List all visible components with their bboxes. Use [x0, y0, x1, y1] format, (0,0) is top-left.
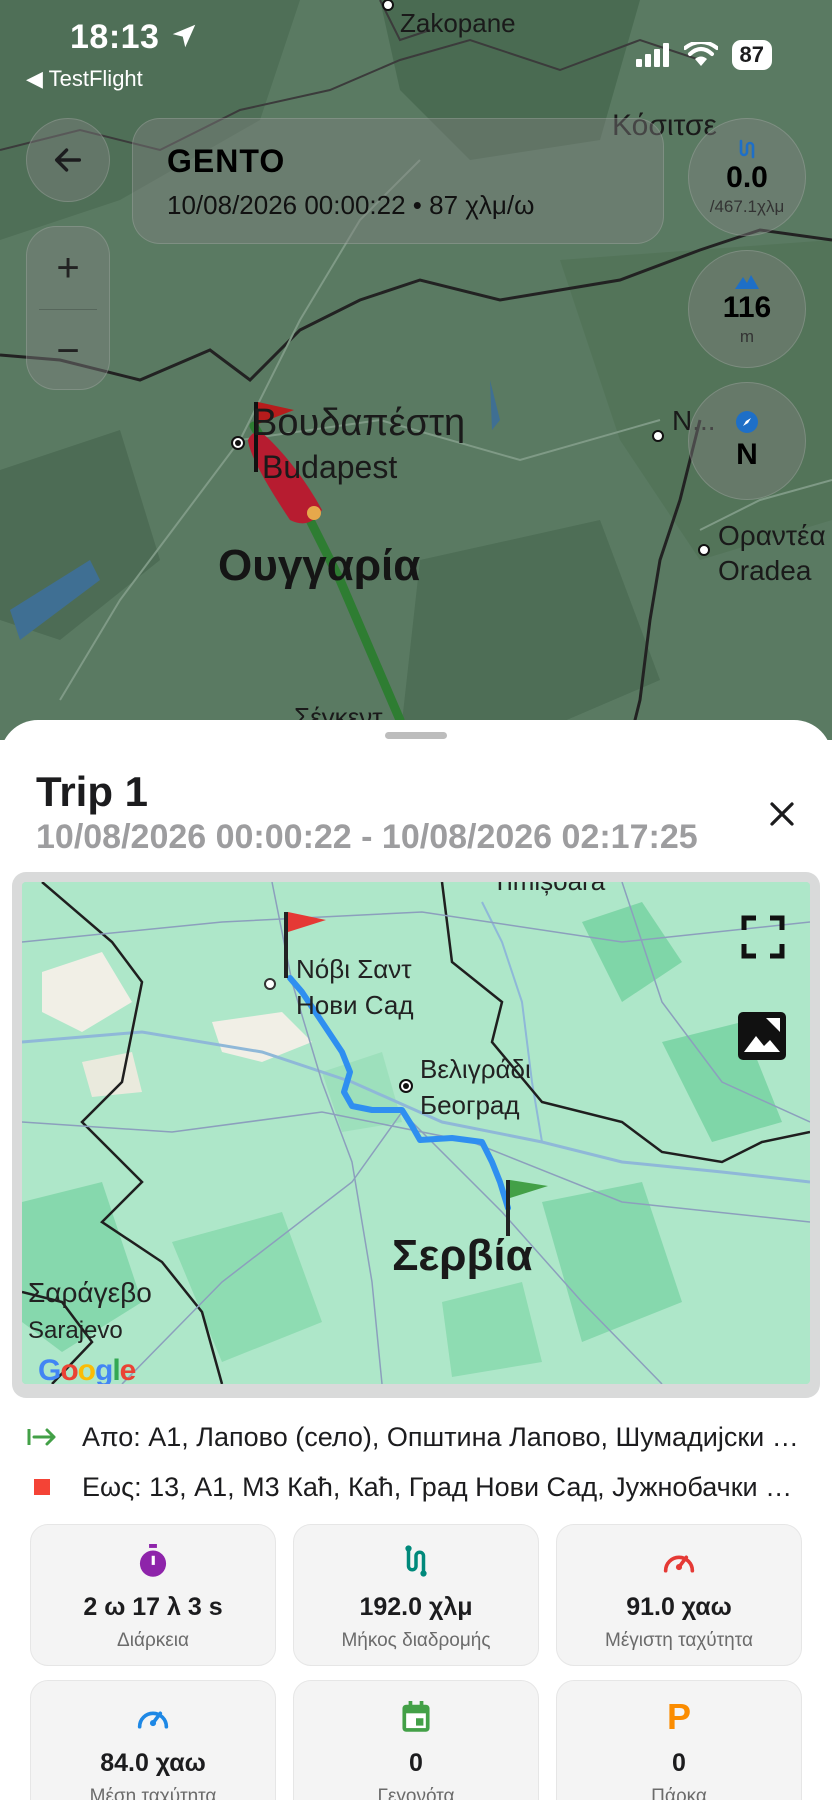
stat-label: Πάρκα: [651, 1786, 707, 1800]
altitude-value: 116: [722, 291, 772, 324]
map-label-timisoara: Timișoara: [492, 882, 606, 896]
from-address: Απο: A1, Лапово (село), Општина Лапово, …: [82, 1421, 802, 1452]
heading-value: N: [736, 438, 758, 471]
trip-date-range: 10/08/2026 00:00:22 - 10/08/2026 02:17:2…: [36, 818, 698, 856]
background-map[interactable]: Zakopane Κόσιτσε Βουδαπέστη Budapest Ουγ…: [0, 0, 832, 740]
trip-route-map-frame: Timișoara Νόβι Σαντ Нови Сад Βελιγράδι Б…: [12, 872, 820, 1398]
back-to-app-link[interactable]: ◀ TestFlight: [26, 66, 143, 92]
stat-label: Μέση ταχύτητα: [89, 1786, 217, 1800]
stat-parkings: P 0 Πάρκα: [556, 1680, 802, 1800]
map-label-sarajevo-gr: Σαράγεβο: [28, 1277, 152, 1308]
distance-total: /467.1χλμ: [709, 197, 785, 216]
stat-value: 192.0 χλμ: [359, 1593, 473, 1621]
map-label-novi-sad-gr: Νόβι Σαντ: [296, 954, 412, 984]
stat-value: 91.0 χαω: [626, 1593, 732, 1621]
map-label-oradea: Oradea: [718, 555, 812, 586]
from-address-row: Απο: A1, Лапово (село), Општина Лапово, …: [14, 1412, 818, 1462]
arrow-left-icon: [54, 148, 82, 172]
stat-value: 0: [409, 1749, 423, 1777]
timer-icon: [139, 1544, 167, 1577]
altitude-unit: m: [739, 327, 755, 346]
map-type-icon[interactable]: [736, 1010, 788, 1062]
distance-pill[interactable]: 0.0 /467.1χλμ: [688, 118, 806, 236]
vehicle-timestamp-speed: 10/08/2026 00:00:22 • 87 χλμ/ω: [167, 190, 535, 220]
map-label-sarajevo: Sarajevo: [28, 1317, 123, 1344]
status-bar: 18:13 ◀ TestFlight 87: [0, 0, 832, 100]
battery-indicator: 87: [731, 40, 772, 70]
mountain-icon: [735, 275, 759, 289]
sheet-grabber[interactable]: [385, 732, 447, 739]
back-button[interactable]: [26, 118, 110, 202]
trip-route-map[interactable]: Timișoara Νόβι Σαντ Нови Сад Βελιγράδι Б…: [22, 882, 810, 1384]
trip-title: Trip 1: [36, 768, 149, 815]
max-speed-icon: [663, 1555, 695, 1573]
stat-label: Διάρκεια: [117, 1630, 189, 1651]
departure-arrow-icon: [27, 1428, 56, 1446]
destination-square-icon: [34, 1479, 50, 1495]
stat-value: 84.0 χαω: [100, 1749, 206, 1777]
trip-stats-grid: 2 ω 17 λ 3 s Διάρκεια 192.0 χλμ Μήκος δι…: [30, 1524, 802, 1800]
status-time: 18:13: [70, 18, 199, 57]
compass-icon: [736, 411, 758, 433]
map-label-budapest-gr: Βουδαπέστη: [252, 402, 465, 444]
zoom-out-button[interactable]: −: [27, 310, 109, 392]
vehicle-name: GENTO: [167, 143, 286, 179]
route-icon: [405, 1545, 427, 1577]
distance-value: 0.0: [726, 161, 768, 194]
stat-label: Γεγονότα: [377, 1786, 455, 1800]
trip-details-sheet: Trip 1 10/08/2026 00:00:22 - 10/08/2026 …: [0, 720, 832, 1800]
stat-avg-speed: 84.0 χαω Μέση ταχύτητα: [30, 1680, 276, 1800]
stat-label: Μέγιστη ταχύτητα: [605, 1630, 753, 1651]
map-label-hungary: Ουγγαρία: [218, 541, 420, 590]
to-address-row: Εως: 13, A1, M3 Каћ, Каћ, Град Нови Сад,…: [14, 1462, 818, 1512]
map-label-belgrade-gr: Βελιγράδι: [420, 1054, 531, 1084]
stat-events: 0 Γεγονότα: [293, 1680, 539, 1800]
zoom-controls: + −: [26, 226, 110, 390]
to-address: Εως: 13, A1, M3 Каћ, Каћ, Град Нови Сад,…: [82, 1471, 802, 1502]
calendar-icon: [402, 1701, 430, 1732]
close-button[interactable]: [760, 792, 804, 836]
compass-pill[interactable]: N: [688, 382, 806, 500]
google-logo: Google: [38, 1354, 136, 1384]
map-label-belgrade: Београд: [420, 1090, 520, 1120]
wifi-icon: [683, 42, 718, 66]
stat-value: 0: [672, 1749, 686, 1777]
cellular-signal-icon: [635, 43, 669, 67]
stat-distance: 192.0 χλμ Μήκος διαδρομής: [293, 1524, 539, 1666]
altitude-pill[interactable]: 116 m: [688, 250, 806, 368]
parking-icon: P: [666, 1696, 691, 1737]
stat-max-speed: 91.0 χαω Μέγιστη ταχύτητα: [556, 1524, 802, 1666]
location-arrow-icon: [173, 24, 196, 48]
vehicle-info-card[interactable]: GENTO 10/08/2026 00:00:22 • 87 χλμ/ω: [132, 118, 664, 244]
map-label-oradea-gr: Οραντέα: [718, 520, 826, 551]
close-icon: [770, 802, 794, 826]
map-label-budapest: Budapest: [262, 449, 397, 485]
avg-speed-icon: [137, 1711, 169, 1729]
stat-label: Μήκος διαδρομής: [341, 1630, 491, 1651]
stat-duration: 2 ω 17 λ 3 s Διάρκεια: [30, 1524, 276, 1666]
fullscreen-icon[interactable]: [738, 912, 788, 962]
stat-value: 2 ω 17 λ 3 s: [83, 1593, 223, 1621]
map-label-novi-sad: Нови Сад: [296, 990, 414, 1020]
zoom-in-button[interactable]: +: [27, 227, 109, 309]
status-icons: 87: [635, 40, 772, 70]
map-label-serbia: Σερβία: [392, 1231, 533, 1280]
route-icon: [739, 139, 755, 159]
